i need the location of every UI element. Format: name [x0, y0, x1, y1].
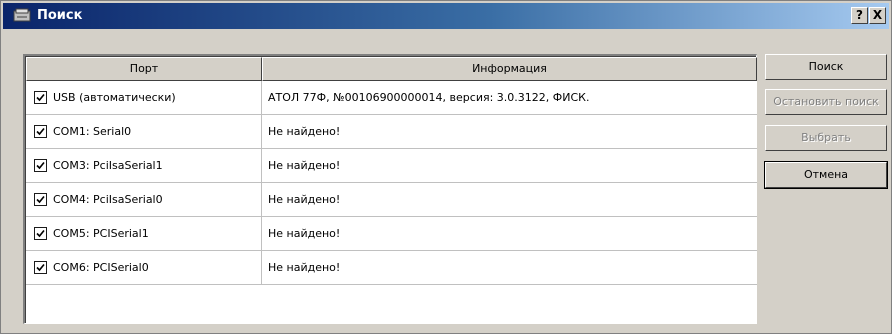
checkmark-icon [36, 93, 45, 102]
port-label: COM4: PciIsaSerial0 [53, 193, 163, 206]
checkmark-icon [36, 229, 45, 238]
checkmark-icon [36, 161, 45, 170]
column-header-port[interactable]: Порт [26, 57, 262, 81]
port-checkbox[interactable] [34, 193, 47, 206]
info-cell: Не найдено! [268, 227, 341, 240]
info-cell: Не найдено! [268, 261, 341, 274]
close-button[interactable]: X [869, 7, 886, 24]
ports-list[interactable]: Порт Информация USB (автоматически) АТОЛ … [23, 54, 757, 324]
port-label: USB (автоматически) [53, 91, 176, 104]
table-rows: USB (автоматически) АТОЛ 77Ф, №0010690000… [26, 81, 757, 285]
table-row[interactable]: COM4: PciIsaSerial0 Не найдено! [26, 183, 757, 217]
search-dialog: Поиск ? X Порт Информация USB (автоматич… [0, 0, 892, 334]
port-cell: COM6: PCISerial0 [26, 251, 262, 285]
search-button[interactable]: Поиск [765, 54, 887, 80]
port-cell: COM1: Serial0 [26, 115, 262, 149]
info-cell: Не найдено! [268, 159, 341, 172]
info-cell: Не найдено! [268, 193, 341, 206]
table-row[interactable]: COM1: Serial0 Не найдено! [26, 115, 757, 149]
info-cell: АТОЛ 77Ф, №00106900000014, версия: 3.0.3… [268, 91, 590, 104]
window-title: Поиск [37, 8, 83, 23]
table-row[interactable]: COM5: PCISerial1 Не найдено! [26, 217, 757, 251]
table-row[interactable]: COM6: PCISerial0 Не найдено! [26, 251, 757, 285]
app-icon [11, 8, 33, 24]
column-header-info[interactable]: Информация [262, 57, 757, 81]
table-row[interactable]: COM3: PciIsaSerial1 Не найдено! [26, 149, 757, 183]
checkmark-icon [36, 263, 45, 272]
port-checkbox[interactable] [34, 91, 47, 104]
help-button[interactable]: ? [851, 7, 868, 24]
port-cell: COM5: PCISerial1 [26, 217, 262, 251]
port-label: COM3: PciIsaSerial1 [53, 159, 163, 172]
title-bar[interactable]: Поиск ? X [3, 3, 889, 29]
port-checkbox[interactable] [34, 159, 47, 172]
port-label: COM1: Serial0 [53, 125, 132, 138]
port-checkbox[interactable] [34, 227, 47, 240]
port-checkbox[interactable] [34, 261, 47, 274]
port-cell: USB (автоматически) [26, 81, 262, 115]
table-row[interactable]: USB (автоматически) АТОЛ 77Ф, №0010690000… [26, 81, 757, 115]
port-cell: COM4: PciIsaSerial0 [26, 183, 262, 217]
port-checkbox[interactable] [34, 125, 47, 138]
port-cell: COM3: PciIsaSerial1 [26, 149, 262, 183]
checkmark-icon [36, 195, 45, 204]
stop-search-button[interactable]: Остановить поиск [765, 89, 887, 115]
checkmark-icon [36, 127, 45, 136]
cancel-button[interactable]: Отмена [764, 161, 888, 189]
port-label: COM5: PCISerial1 [53, 227, 149, 240]
select-button[interactable]: Выбрать [765, 125, 887, 151]
port-label: COM6: PCISerial0 [53, 261, 149, 274]
info-cell: Не найдено! [268, 125, 341, 138]
table-header: Порт Информация [26, 57, 757, 81]
